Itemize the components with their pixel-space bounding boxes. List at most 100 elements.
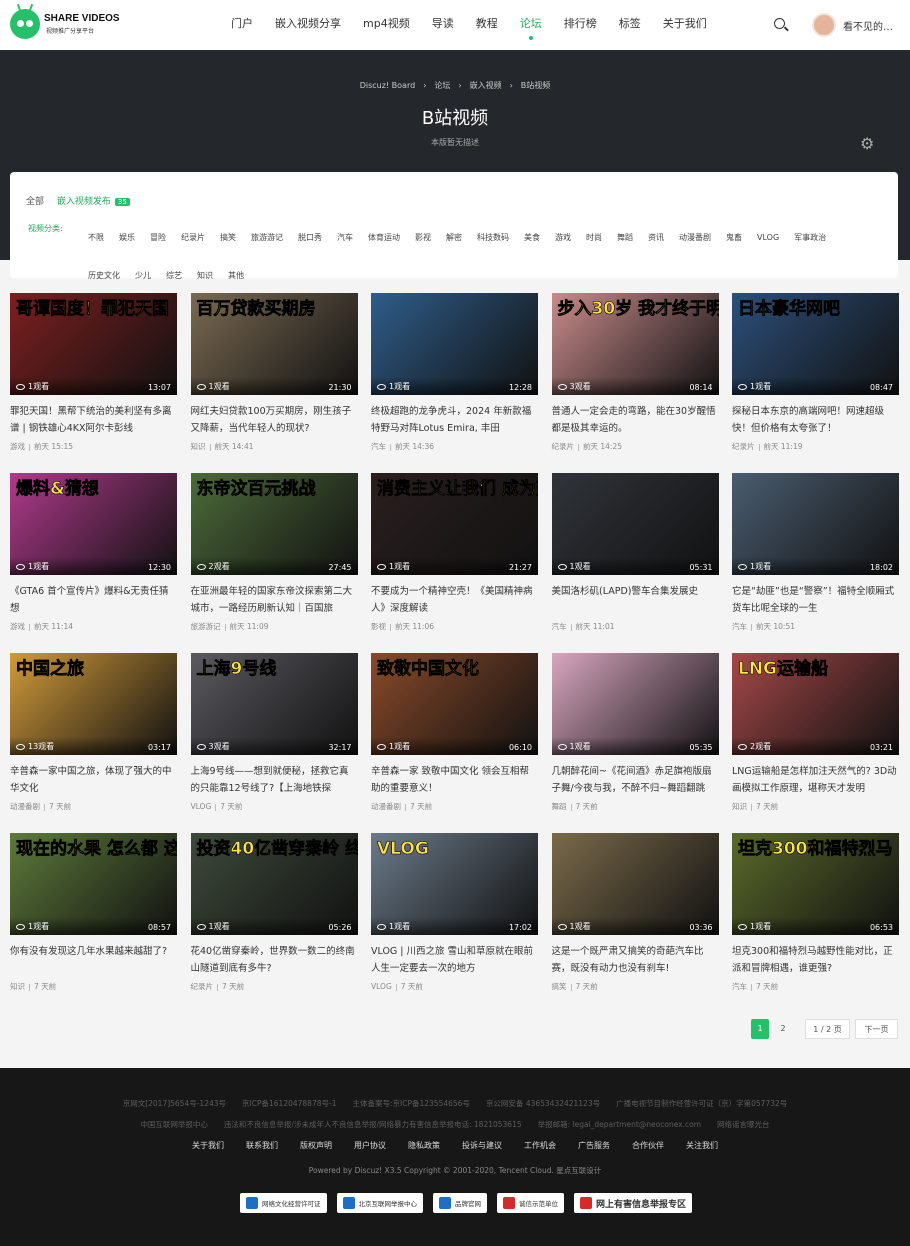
video-thumbnail[interactable]: 现在的水果 怎么都 这么甜了? 1观看 08:57 — [10, 833, 177, 935]
video-title[interactable]: 花40亿凿穿秦岭，世界数一数二的终南山隧道到底有多牛? — [191, 943, 358, 977]
video-category[interactable]: 汽车 — [371, 442, 386, 451]
video-title[interactable]: 终极超跑的龙争虎斗，2024 年新款福特野马对阵Lotus Emira, 丰田 — [371, 403, 538, 437]
video-card[interactable]: 1观看 18:02 它是“劫匪”也是“警察”！福特全顺厢式货车比呢全球的一生 汽车 前天… — [732, 473, 899, 632]
category-item[interactable]: 影视 — [415, 232, 431, 244]
video-card[interactable]: 现在的水果 怎么都 这么甜了? 1观看 08:57 你有没有发现这几年水果越来越甜了?… — [10, 833, 177, 992]
category-item[interactable]: 脱口秀 — [298, 232, 322, 244]
footer-link[interactable]: 隐私政策 — [408, 1141, 440, 1150]
category-item[interactable]: 体育运动 — [368, 232, 400, 244]
brand-site-badge[interactable]: 品牌官网 — [433, 1193, 487, 1213]
video-category[interactable]: 知识 — [191, 442, 206, 451]
video-card[interactable]: 消费主义让我们 成为变态杀人魔 1观看 21:27 不要成为一个精神空壳！《美国精神病… — [371, 473, 538, 632]
nav-item-guide[interactable]: 导读 — [421, 0, 465, 50]
footer-license-item[interactable]: 京网文[2017]5654号-1243号 — [123, 1099, 226, 1108]
video-title[interactable]: 探秘日本东京的高端网吧！网速超级快！但价格有太夸张了！ — [732, 403, 899, 437]
video-card[interactable]: 1观看 05:35 几朝醉花间~《花间酒》赤足旗袍版扇子舞/今夜与我，不醉不归~舞蹈… — [551, 653, 719, 812]
footer-link[interactable]: 关于我们 — [192, 1141, 224, 1150]
logo-icon[interactable] — [10, 3, 40, 39]
video-title[interactable]: 你有没有发现这几年水果越来越甜了? — [10, 943, 177, 977]
video-category[interactable]: 游戏 — [10, 442, 25, 451]
video-category[interactable]: 纪录片 — [552, 442, 575, 451]
video-card[interactable]: 东帝汶百元挑战 2观看 27:45 在亚洲最年轻的国家东帝汶探索第二大城市，一路经历刷… — [190, 473, 358, 632]
video-card[interactable]: 1观看 12:28 终极超跑的龙争虎斗，2024 年新款福特野马对阵Lotus Em… — [371, 293, 538, 452]
nav-item-embed-share[interactable]: 嵌入视频分享 — [264, 0, 352, 50]
video-thumbnail[interactable]: 上海9号线 3观看 32:17 — [190, 653, 358, 755]
category-item[interactable]: 汽车 — [337, 232, 353, 244]
video-thumbnail[interactable]: 坦克300和福特烈马 1观看 06:53 — [732, 833, 899, 935]
category-item[interactable]: 军事政治 — [794, 232, 826, 244]
video-category[interactable]: 纪录片 — [732, 442, 755, 451]
footer-link[interactable]: 版权声明 — [300, 1141, 332, 1150]
category-item[interactable]: VLOG — [757, 232, 779, 244]
category-item[interactable]: 不限 — [88, 232, 104, 244]
video-title[interactable]: 辛普森一家中国之旅，体现了强大的中华文化 — [10, 763, 177, 797]
video-title[interactable]: 网红夫妇贷款100万买期房，刚生孩子又降薪，当代年轻人的现状? — [191, 403, 358, 437]
video-thumbnail[interactable]: 步入30岁 我才终于明白 3观看 08:14 — [551, 293, 719, 395]
video-title[interactable]: LNG运输船是怎样加注天然气的? 3D动画模拟工作原理，堪称天才发明 — [732, 763, 899, 797]
video-thumbnail[interactable]: 1观看 05:35 — [551, 653, 719, 755]
category-item[interactable]: 纪录片 — [181, 232, 205, 244]
video-thumbnail[interactable]: 中国之旅 13观看 03:17 — [10, 653, 177, 755]
breadcrumb-embed-video[interactable]: 嵌入视频 — [470, 81, 502, 90]
nav-item-forum[interactable]: 论坛 — [509, 0, 553, 50]
filter-embed-video[interactable]: 嵌入视频发布 — [57, 197, 111, 207]
video-category[interactable]: 汽车 — [732, 982, 747, 991]
footer-report-item[interactable]: 中国互联网举报中心 — [140, 1120, 208, 1129]
video-thumbnail[interactable]: 消费主义让我们 成为变态杀人魔 1观看 21:27 — [371, 473, 538, 575]
video-thumbnail[interactable]: 1观看 03:36 — [551, 833, 719, 935]
category-item[interactable]: 冒险 — [150, 232, 166, 244]
category-item[interactable]: 动漫番剧 — [679, 232, 711, 244]
footer-link[interactable]: 工作机会 — [524, 1141, 556, 1150]
footer-report-item[interactable]: 举报邮箱: legal_department@neoconex.com — [538, 1120, 701, 1129]
video-card[interactable]: 上海9号线 3观看 32:17 上海9号线——想到就便秘，拯救它真的只能靠12号线了?… — [190, 653, 358, 812]
username[interactable]: 看不见的… — [843, 18, 893, 33]
video-thumbnail[interactable]: 东帝汶百元挑战 2观看 27:45 — [190, 473, 358, 575]
breadcrumb-current[interactable]: B站视频 — [521, 81, 551, 90]
video-title[interactable]: 美国洛杉矶(LAPD)警车合集发展史 — [552, 583, 719, 617]
category-item[interactable]: 舞蹈 — [617, 232, 633, 244]
category-item[interactable]: 游戏 — [555, 232, 571, 244]
nav-item-mp4[interactable]: mp4视频 — [352, 0, 421, 50]
footer-report-item[interactable]: 违法和不良信息举报/涉未成年人不良信息举报/网络暴力有害信息举报电话: 1821… — [224, 1120, 522, 1129]
video-card[interactable]: VLOG 1观看 17:02 VLOG | 川西之旅 雪山和草原就在眼前 人生一定要去… — [371, 833, 538, 992]
category-item[interactable]: 资讯 — [648, 232, 664, 244]
video-card[interactable]: 爆料&猜想 1观看 12:30 《GTA6 首个宣传片》爆料&无责任猜想 游戏 前天 11… — [10, 473, 177, 632]
video-category[interactable]: 舞蹈 — [552, 802, 567, 811]
category-item[interactable]: 知识 — [197, 270, 213, 282]
video-thumbnail[interactable]: 1观看 12:28 — [371, 293, 538, 395]
logo-title[interactable]: SHARE VIDEOS — [44, 13, 120, 24]
video-title[interactable]: 几朝醉花间~《花间酒》赤足旗袍版扇子舞/今夜与我，不醉不归~舞蹈翻跳 — [552, 763, 719, 797]
video-category[interactable]: 动漫番剧 — [371, 802, 401, 811]
gear-icon[interactable]: ⚙ — [860, 134, 874, 153]
video-card[interactable]: 坦克300和福特烈马 1观看 06:53 坦克300和福特烈马越野性能对比，正派和冒牌… — [732, 833, 899, 992]
nav-item-portal[interactable]: 门户 — [220, 0, 264, 50]
footer-link[interactable]: 用户协议 — [354, 1141, 386, 1150]
category-item[interactable]: 美食 — [524, 232, 540, 244]
video-title[interactable]: 罪犯天国！黑帮下统治的美利坚有多离谱 | 钢铁雄心4KX阿尔卡彭线 — [10, 403, 177, 437]
page-2-button[interactable]: 2 — [774, 1019, 792, 1039]
breadcrumb-forum[interactable]: 论坛 — [434, 81, 450, 90]
video-card[interactable]: 1观看 03:36 这是一个既严肃又搞笑的奇葩汽车比赛，既没有动力也没有刹车! 搞笑 7… — [551, 833, 719, 992]
category-item[interactable]: 科技数码 — [477, 232, 509, 244]
category-item[interactable]: 时尚 — [586, 232, 602, 244]
category-item[interactable]: 解密 — [446, 232, 462, 244]
video-card[interactable]: 步入30岁 我才终于明白 3观看 08:14 普通人一定会走的弯路，能在30岁醒悟都是… — [551, 293, 719, 452]
culture-license-badge[interactable]: 网络文化经营许可证 — [240, 1193, 327, 1213]
category-item[interactable]: 旅游游记 — [251, 232, 283, 244]
video-category[interactable]: 知识 — [732, 802, 747, 811]
nav-item-ranking[interactable]: 排行榜 — [553, 0, 608, 50]
video-thumbnail[interactable]: LNG运输船 2观看 03:21 — [732, 653, 899, 755]
video-category[interactable]: 纪录片 — [191, 982, 214, 991]
video-category[interactable]: 影视 — [371, 622, 386, 631]
video-thumbnail[interactable]: 爆料&猜想 1观看 12:30 — [10, 473, 177, 575]
video-thumbnail[interactable]: 哥谭国度！罪犯天国 1观看 13:07 — [10, 293, 177, 395]
video-title[interactable]: 上海9号线——想到就便秘，拯救它真的只能靠12号线了?【上海地铁探 — [191, 763, 358, 797]
video-category[interactable]: 旅游游记 — [191, 622, 221, 631]
video-category[interactable]: VLOG — [371, 982, 392, 991]
category-item[interactable]: 其他 — [228, 270, 244, 282]
footer-link[interactable]: 合作伙伴 — [632, 1141, 664, 1150]
video-category[interactable]: 游戏 — [10, 622, 25, 631]
video-title[interactable]: 在亚洲最年轻的国家东帝汶探索第二大城市，一路经历刷新认知｜百国旅 — [191, 583, 358, 617]
filter-all[interactable]: 全部 — [26, 197, 44, 207]
page-jump-input[interactable]: 1 / 2 页 — [805, 1019, 850, 1039]
